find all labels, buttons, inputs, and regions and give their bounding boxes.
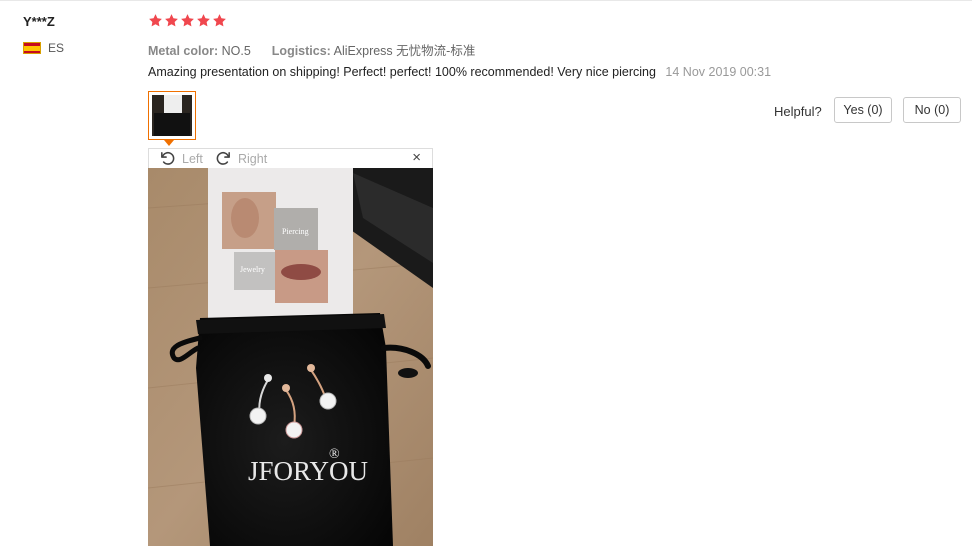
image-viewer-toolbar: Left Right × xyxy=(148,148,433,168)
star-icon xyxy=(197,14,210,27)
product-attributes: Metal color: NO.5 Logistics: AliExpress … xyxy=(148,40,475,59)
reviewer-country: ES xyxy=(48,41,65,55)
spain-flag-icon xyxy=(23,42,41,54)
top-divider xyxy=(0,0,972,1)
metal-color-value: NO.5 xyxy=(221,44,251,58)
star-icon xyxy=(165,14,178,27)
rotate-left-icon xyxy=(161,151,175,165)
helpful-yes-button[interactable]: Yes (0) xyxy=(834,97,892,123)
rotate-right-button[interactable]: Right xyxy=(215,150,267,167)
card-text-1: Piercing xyxy=(282,227,309,236)
rotate-left-button[interactable]: Left xyxy=(159,150,203,167)
metal-color-key: Metal color: xyxy=(148,44,219,58)
review-photo: Piercing Jewelry JFORYOU ® xyxy=(148,168,433,546)
star-rating xyxy=(148,13,227,28)
logistics-value: AliExpress 无忧物流-标准 xyxy=(333,44,476,58)
bag-brand-text: JFORYOU xyxy=(248,456,368,486)
thumbnail-caret-icon xyxy=(164,140,174,146)
review-image-thumbnail[interactable] xyxy=(148,91,196,140)
review-body: Amazing presentation on shipping! Perfec… xyxy=(148,65,771,79)
reviewer-name: Y***Z xyxy=(23,14,55,29)
rotate-left-label: Left xyxy=(182,151,203,166)
rotate-right-label: Right xyxy=(238,151,268,166)
logistics-key: Logistics: xyxy=(271,44,331,58)
star-icon xyxy=(149,14,162,27)
review-date: 14 Nov 2019 00:31 xyxy=(665,65,772,79)
close-viewer-button[interactable]: × xyxy=(412,149,421,166)
helpful-label: Helpful? xyxy=(774,104,822,119)
card-text-2: Jewelry xyxy=(240,265,265,274)
bag-registered-mark: ® xyxy=(329,447,340,462)
review-text: Amazing presentation on shipping! Perfec… xyxy=(148,65,656,79)
helpful-no-button[interactable]: No (0) xyxy=(903,97,961,123)
rotate-right-icon xyxy=(216,151,230,165)
star-icon xyxy=(181,14,194,27)
star-icon xyxy=(213,14,226,27)
